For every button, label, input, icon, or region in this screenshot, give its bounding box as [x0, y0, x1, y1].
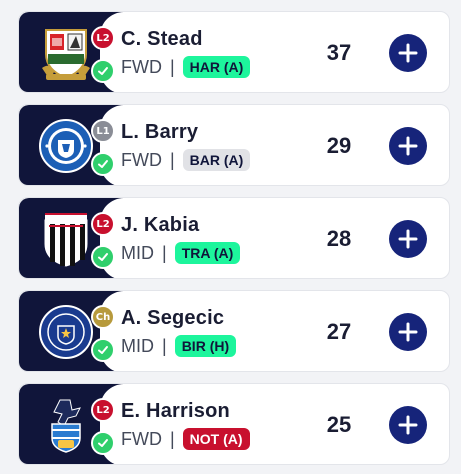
player-meta: FWD | BAR (A) [121, 149, 251, 171]
separator: | [169, 56, 175, 77]
separator: | [169, 428, 175, 449]
check-icon [91, 59, 115, 83]
player-position: FWD [121, 428, 162, 449]
player-points: 25 [326, 412, 352, 437]
player-name: A. Segecic [121, 307, 225, 329]
separator: | [162, 242, 167, 263]
player-position: FWD [121, 149, 162, 170]
player-card[interactable]: L1 L. Barry FWD | BAR (A) 29 [18, 104, 450, 186]
plus-icon [398, 43, 418, 63]
check-icon [91, 152, 115, 176]
fixture-badge: TRA (A) [174, 242, 241, 264]
club-crest-grimsby [37, 210, 95, 268]
fixture-badge: BIR (H) [174, 335, 237, 357]
club-crest-portsmouth [37, 303, 95, 361]
player-position: FWD [121, 56, 162, 77]
plus-icon [398, 229, 418, 249]
check-icon [91, 338, 115, 362]
add-player-button[interactable] [389, 313, 427, 351]
league-badge: Ch [91, 305, 115, 329]
add-player-button[interactable] [389, 406, 427, 444]
club-crest-bristol-rovers [37, 396, 95, 454]
check-icon [91, 245, 115, 269]
player-card[interactable]: L2 C. Stead FWD | HAR (A) 37 [18, 11, 450, 93]
check-icon [91, 431, 115, 455]
fixture-badge: BAR (A) [182, 149, 251, 171]
fixture-badge: NOT (A) [182, 428, 250, 450]
fixture-badge: HAR (A) [182, 56, 251, 78]
plus-icon [398, 415, 418, 435]
player-name: L. Barry [121, 121, 199, 143]
league-badge: L2 [91, 398, 115, 422]
plus-icon [398, 136, 418, 156]
player-card[interactable]: L2 J. Kabia MID | TRA (A) 28 [18, 197, 450, 279]
player-card[interactable]: L2 E. Harrison FWD | NOT (A) 25 [18, 383, 450, 465]
add-player-button[interactable] [389, 34, 427, 72]
club-crest-barnet [37, 24, 95, 82]
separator: | [162, 335, 167, 356]
player-points: 37 [326, 40, 352, 65]
player-points: 29 [326, 133, 352, 158]
player-card[interactable]: Ch A. Segecic MID | BIR (H) 27 [18, 290, 450, 372]
player-name: J. Kabia [121, 214, 200, 236]
add-player-button[interactable] [389, 127, 427, 165]
league-badge: L2 [91, 212, 115, 236]
player-meta: FWD | HAR (A) [121, 56, 251, 78]
player-meta: FWD | NOT (A) [121, 428, 250, 450]
player-meta: MID | TRA (A) [121, 242, 241, 264]
player-list: L2 C. Stead FWD | HAR (A) 37 L1 L. Barry… [0, 0, 461, 474]
player-points: 28 [326, 226, 352, 251]
separator: | [169, 149, 175, 170]
club-crest-stockport [37, 117, 95, 175]
player-name: C. Stead [121, 28, 203, 50]
player-points: 27 [326, 319, 352, 344]
plus-icon [398, 322, 418, 342]
player-position: MID [121, 335, 154, 356]
player-name: E. Harrison [121, 400, 230, 422]
league-badge: L2 [91, 26, 115, 50]
player-meta: MID | BIR (H) [121, 335, 237, 357]
player-position: MID [121, 242, 154, 263]
league-badge: L1 [91, 119, 115, 143]
add-player-button[interactable] [389, 220, 427, 258]
